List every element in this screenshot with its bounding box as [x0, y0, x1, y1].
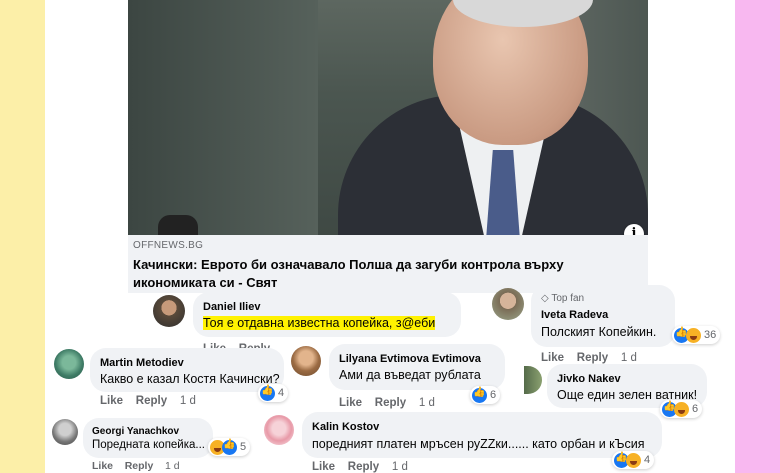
comment-actions: Like Reply 1 d — [339, 397, 435, 409]
comment-text: Ами да въведат рублата — [339, 368, 481, 382]
comment-time[interactable]: 1 d — [392, 461, 408, 473]
comment-time[interactable]: 1 d — [180, 395, 196, 407]
haha-reaction-icon — [626, 452, 641, 468]
comment-actions: Like Reply 1 d — [541, 352, 637, 364]
comment-author[interactable]: Martin Metodiev — [100, 357, 184, 369]
reaction-count[interactable]: 6 — [470, 386, 501, 404]
comment-actions: Like Reply 1 d — [100, 395, 196, 407]
comment-text: Полският Копейкин. — [541, 325, 657, 339]
comment-bubble — [329, 344, 505, 390]
comment-text: Поредната копейка... — [92, 439, 206, 451]
reaction-count[interactable]: 5 — [208, 438, 251, 456]
like-link[interactable]: Like — [92, 460, 113, 472]
comment-text: Тоя е отдавна известна копейка, з@еби — [203, 316, 436, 330]
reaction-count[interactable]: 4 — [612, 451, 655, 469]
reaction-number: 4 — [644, 454, 651, 466]
like-reaction-icon — [260, 385, 275, 401]
comment-time[interactable]: 1 d — [165, 460, 180, 472]
comment-author[interactable]: Lilyana Evtimova Evtimova — [339, 353, 481, 365]
avatar[interactable] — [291, 346, 321, 376]
avatar[interactable] — [524, 366, 542, 394]
avatar[interactable] — [153, 295, 185, 327]
avatar[interactable] — [52, 419, 78, 445]
comment-actions: Like Reply 1 d — [312, 461, 408, 473]
comment-time[interactable]: 1 d — [621, 352, 637, 364]
avatar[interactable] — [54, 349, 84, 379]
photo-microphone — [158, 215, 198, 235]
photo-background — [128, 0, 318, 235]
reaction-number: 6 — [490, 389, 497, 401]
haha-reaction-icon — [686, 327, 701, 343]
reaction-number: 6 — [692, 403, 699, 415]
reaction-count[interactable]: 6 — [660, 400, 703, 418]
reaction-count[interactable]: 4 — [258, 384, 289, 402]
reaction-count[interactable]: 36 — [672, 326, 721, 344]
like-link[interactable]: Like — [339, 397, 362, 409]
comment-actions: Like Reply 1 d — [92, 460, 180, 472]
like-link[interactable]: Like — [541, 352, 564, 364]
top-fan-badge: ◇ Top fan — [541, 293, 584, 304]
reaction-number: 5 — [240, 441, 247, 453]
avatar[interactable] — [264, 415, 294, 445]
like-reaction-icon — [222, 439, 237, 455]
comment-text: Какво е казал Костя Качински? — [100, 372, 280, 386]
reply-link[interactable]: Reply — [125, 460, 154, 472]
comment-text: поредният платен мръсен руZZки...... кат… — [312, 437, 645, 451]
like-link[interactable]: Like — [312, 461, 335, 473]
diamond-icon: ◇ — [541, 293, 549, 304]
comment-time[interactable]: 1 d — [419, 397, 435, 409]
comment-author[interactable]: Daniel Iliev — [203, 301, 260, 313]
highlighted-text: Тоя е отдавна известна копейка, з@еби — [203, 316, 436, 330]
top-fan-label: Top fan — [551, 293, 585, 304]
reply-link[interactable]: Reply — [348, 461, 379, 473]
article-photo[interactable] — [128, 0, 648, 235]
avatar[interactable] — [492, 288, 524, 320]
reply-link[interactable]: Reply — [577, 352, 608, 364]
comment-author[interactable]: Georgi Yanachkov — [92, 426, 179, 437]
comment-author[interactable]: Jivko Nakev — [557, 373, 621, 385]
reply-link[interactable]: Reply — [375, 397, 406, 409]
comment-author[interactable]: Iveta Radeva — [541, 309, 608, 321]
comment-author[interactable]: Kalin Kostov — [312, 421, 379, 433]
like-link[interactable]: Like — [100, 395, 123, 407]
haha-reaction-icon — [674, 401, 689, 417]
like-reaction-icon — [472, 387, 487, 403]
reaction-number: 4 — [278, 387, 285, 399]
comment-bubble — [302, 412, 662, 458]
comment-bubble — [193, 292, 461, 337]
comment-bubble — [83, 418, 213, 458]
reaction-number: 36 — [704, 329, 717, 341]
link-domain: OFFNEWS.BG — [133, 240, 204, 251]
reply-link[interactable]: Reply — [136, 395, 167, 407]
